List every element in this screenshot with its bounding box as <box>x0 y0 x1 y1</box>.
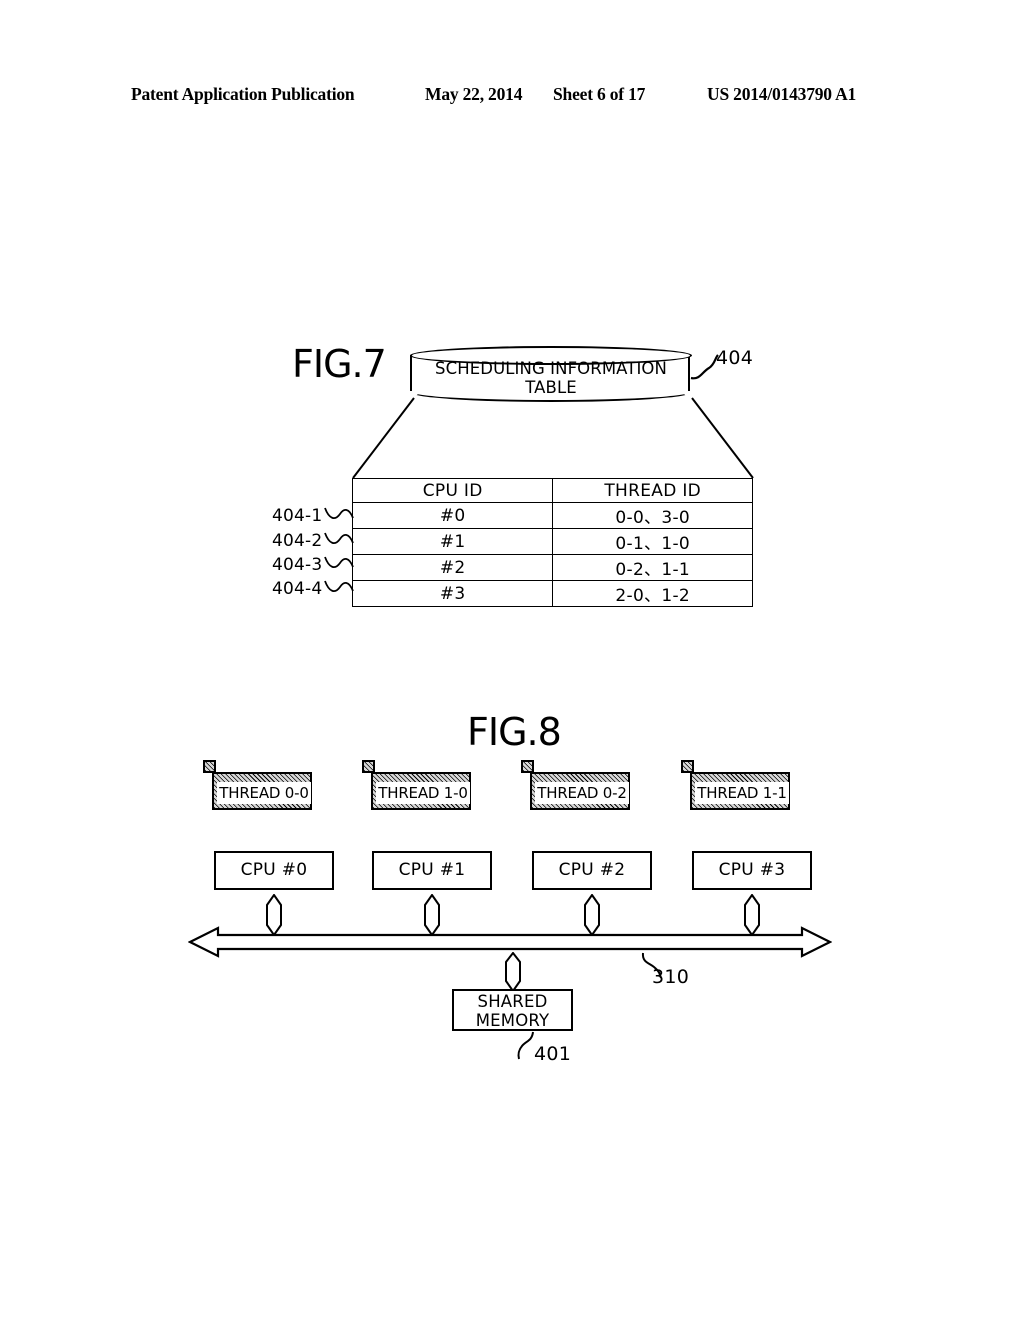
thread-box-1-0: THREAD 1-0 <box>371 772 471 810</box>
cpu-box-2: CPU #2 <box>532 851 652 890</box>
ref-404-1-leader-line <box>324 503 356 525</box>
thread-box-0-0: THREAD 0-0 <box>212 772 312 810</box>
thread-box-0-2: THREAD 0-2 <box>530 772 630 810</box>
ref-number-310: 310 <box>652 966 690 988</box>
ref-number-401: 401 <box>534 1043 572 1065</box>
header-publication: Patent Application Publication <box>131 84 355 104</box>
table-header-row: CPU ID THREAD ID <box>351 478 753 503</box>
shared-memory-bus-arrow <box>504 952 522 992</box>
thread-label: THREAD 0-0 <box>217 782 311 804</box>
page-header: Patent Application Publication May 22, 2… <box>0 84 1024 114</box>
cpu-box-1: CPU #1 <box>372 851 492 890</box>
column-header-cpu-id: CPU ID <box>351 478 554 503</box>
thread-label: THREAD 1-1 <box>695 782 789 804</box>
shared-memory-line-1: SHARED <box>477 992 548 1011</box>
ref-404-4-leader-line <box>324 576 356 598</box>
cell-thread-id: 0-1、1-0 <box>552 528 753 555</box>
thread-label: THREAD 0-2 <box>535 782 629 804</box>
cpu-box-0: CPU #0 <box>214 851 334 890</box>
ref-number-404-2: 404-2 <box>272 531 323 551</box>
header-sheet-number: Sheet 6 of 17 <box>553 84 646 104</box>
cell-thread-id: 0-0、3-0 <box>552 502 753 529</box>
ref-404-3-leader-line <box>324 552 356 574</box>
table-row: #1 0-1、1-0 <box>351 528 753 555</box>
cell-cpu-id: #3 <box>351 580 554 607</box>
header-patent-number: US 2014/0143790 A1 <box>707 84 857 104</box>
ref-number-404-4: 404-4 <box>272 579 323 599</box>
ref-404-2-leader-line <box>324 528 356 550</box>
table-expansion-trapezoid <box>350 396 756 480</box>
cylinder-title-text: SCHEDULING INFORMATION TABLE <box>435 359 667 397</box>
column-header-thread-id: THREAD ID <box>552 478 753 503</box>
ref-number-404: 404 <box>716 347 754 369</box>
ref-number-404-3: 404-3 <box>272 555 323 575</box>
table-row: #0 0-0、3-0 <box>351 502 753 529</box>
figure-7-label: FIG.7 <box>292 342 387 386</box>
shared-memory-box: SHARED MEMORY <box>452 989 573 1031</box>
table-row: #2 0-2、1-1 <box>351 554 753 581</box>
ref-number-404-1: 404-1 <box>272 506 323 526</box>
cell-thread-id: 0-2、1-1 <box>552 554 753 581</box>
cpu-box-3: CPU #3 <box>692 851 812 890</box>
figure-8-label: FIG.8 <box>467 710 562 754</box>
header-date: May 22, 2014 <box>425 84 523 104</box>
thread-label: THREAD 1-0 <box>376 782 470 804</box>
scheduling-information-table-cylinder: SCHEDULING INFORMATION TABLE <box>410 346 692 402</box>
shared-memory-line-2: MEMORY <box>475 1011 550 1030</box>
table-row: #3 2-0、1-2 <box>351 580 753 607</box>
cell-cpu-id: #2 <box>351 554 554 581</box>
cell-thread-id: 2-0、1-2 <box>552 580 753 607</box>
scheduling-information-table: CPU ID THREAD ID #0 0-0、3-0 #1 0-1、1-0 #… <box>351 478 753 607</box>
thread-box-1-1: THREAD 1-1 <box>690 772 790 810</box>
cell-cpu-id: #1 <box>351 528 554 555</box>
cell-cpu-id: #0 <box>351 502 554 529</box>
